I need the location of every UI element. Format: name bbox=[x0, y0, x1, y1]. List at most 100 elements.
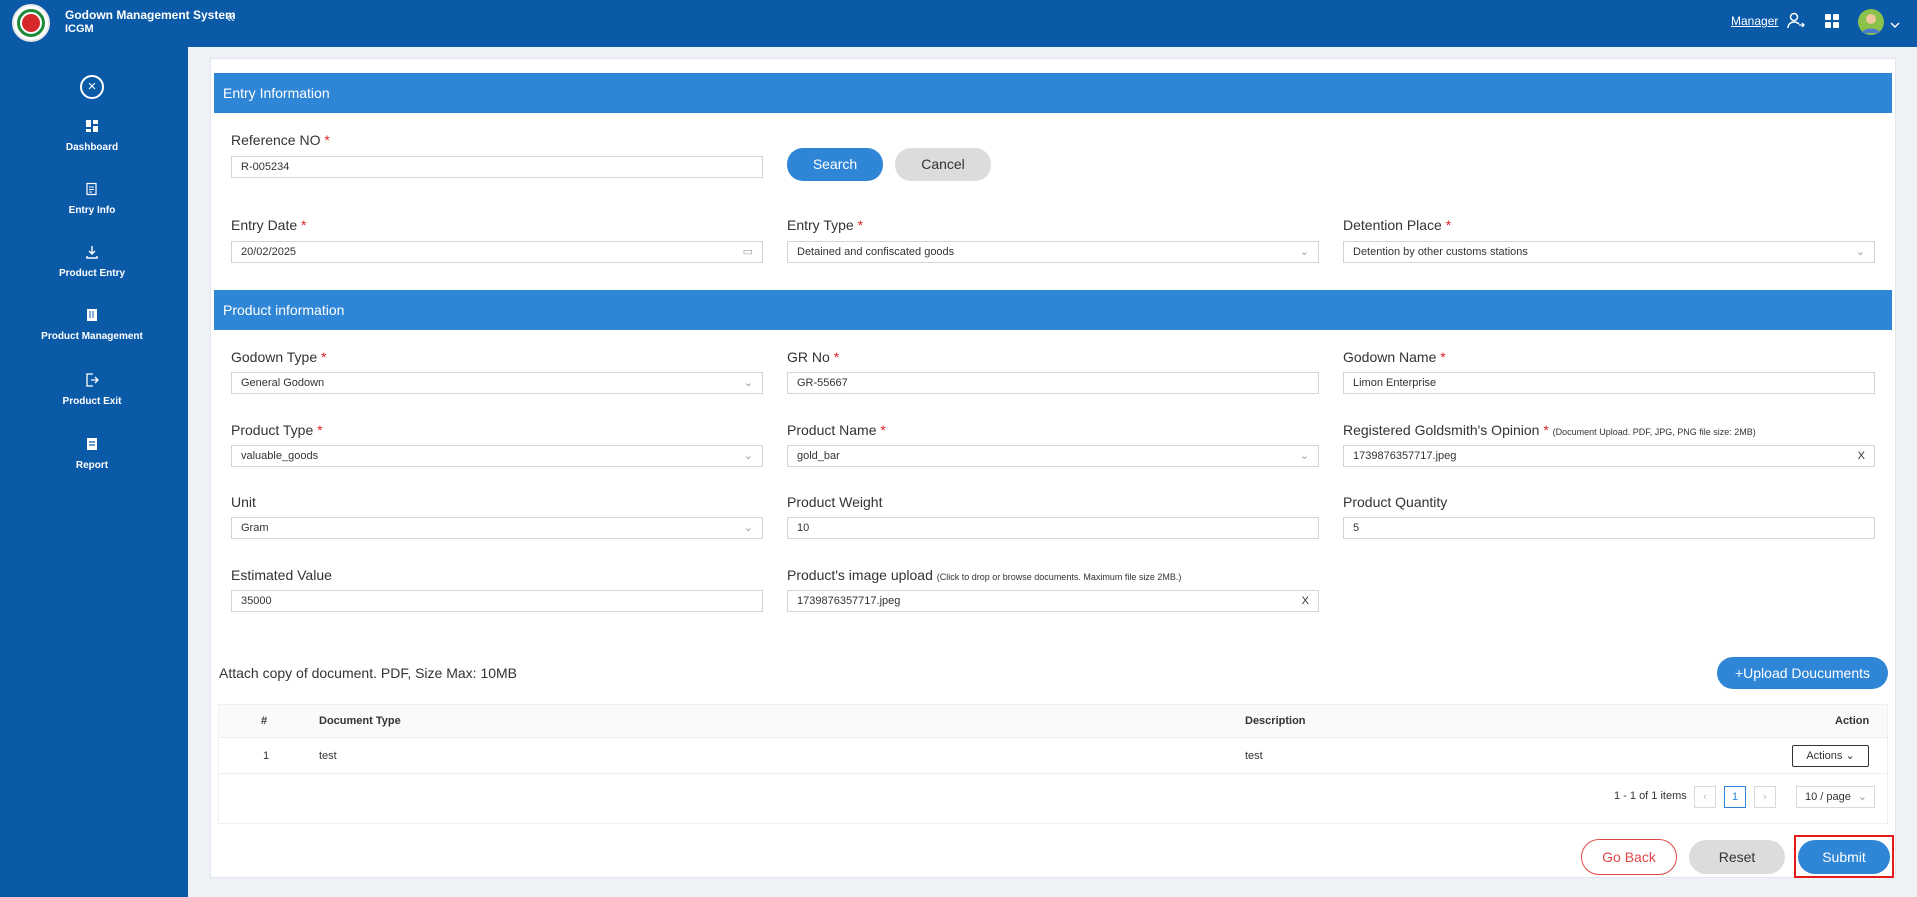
product-weight-input[interactable]: 10 bbox=[787, 517, 1319, 539]
estimated-value-label: Estimated Value bbox=[231, 567, 332, 583]
entry-date-field[interactable]: 20/02/2025 ▭ bbox=[231, 241, 763, 263]
goldsmith-opinion-filename: 1739876357717.jpeg bbox=[1353, 450, 1457, 462]
row-description: test bbox=[1245, 750, 1263, 762]
chevron-down-icon: ⌄ bbox=[743, 522, 753, 534]
upload-documents-button[interactable]: +Upload Doucuments bbox=[1717, 657, 1888, 689]
avatar[interactable] bbox=[1858, 9, 1884, 40]
plus-icon: + bbox=[1734, 665, 1744, 681]
sidebar-item-label: Product Entry bbox=[58, 268, 126, 279]
product-quantity-label: Product Quantity bbox=[1343, 494, 1448, 510]
entry-type-value: Detained and confiscated goods bbox=[797, 246, 955, 258]
reference-no-input[interactable]: R-005234 bbox=[231, 156, 763, 178]
sidebar-item-product-entry[interactable]: Product Entry bbox=[0, 245, 184, 279]
sidebar-item-label: Product Management bbox=[41, 331, 143, 342]
chevron-down-icon: ⌄ bbox=[743, 450, 753, 462]
product-type-select[interactable]: valuable_goods ⌄ bbox=[231, 445, 763, 467]
go-back-button[interactable]: Go Back bbox=[1581, 839, 1677, 875]
sidebar-item-product-management[interactable]: Product Management bbox=[0, 308, 184, 342]
detention-place-value: Detention by other customs stations bbox=[1353, 246, 1528, 258]
product-type-label: Product Type * bbox=[231, 422, 323, 438]
product-information-header: Product information bbox=[214, 290, 1892, 330]
chevron-down-icon: ⌄ bbox=[1857, 791, 1867, 803]
estimated-value-input[interactable]: 35000 bbox=[231, 590, 763, 612]
unit-label: Unit bbox=[231, 494, 256, 510]
entry-date-value: 20/02/2025 bbox=[241, 246, 297, 258]
main-panel: Entry Information Reference NO * R-00523… bbox=[210, 58, 1896, 878]
column-header: Document Type bbox=[319, 715, 401, 727]
top-bar: Godown Management System ICGM « Manager bbox=[0, 0, 1917, 47]
exit-icon bbox=[85, 373, 99, 387]
detention-place-select[interactable]: Detention by other customs stations ⌄ bbox=[1343, 241, 1875, 263]
goldsmith-opinion-file[interactable]: 1739876357717.jpeg X bbox=[1343, 445, 1875, 467]
godown-name-input[interactable]: Limon Enterprise bbox=[1343, 372, 1875, 394]
entry-info-icon bbox=[85, 182, 99, 196]
chevron-down-icon: ⌄ bbox=[743, 377, 753, 389]
product-quantity-input[interactable]: 5 bbox=[1343, 517, 1875, 539]
sidebar-item-dashboard[interactable]: Dashboard bbox=[0, 119, 184, 153]
chevron-down-icon: ⌄ bbox=[1299, 246, 1309, 258]
sidebar-item-label: Dashboard bbox=[65, 142, 119, 153]
unit-select[interactable]: Gram ⌄ bbox=[231, 517, 763, 539]
entry-type-label: Entry Type * bbox=[787, 217, 864, 233]
search-button[interactable]: Search bbox=[787, 148, 883, 181]
app-title: Godown Management System bbox=[65, 8, 236, 22]
app-subtitle: ICGM bbox=[65, 23, 94, 35]
dashboard-icon bbox=[85, 119, 99, 133]
sidebar-item-report[interactable]: Report bbox=[0, 437, 184, 471]
next-page-button[interactable]: › bbox=[1754, 786, 1776, 808]
sidebar-item-label: Product Exit bbox=[62, 396, 122, 407]
page-size-select[interactable]: 10 / page ⌄ bbox=[1796, 786, 1875, 808]
sidebar-item-product-exit[interactable]: Product Exit bbox=[0, 373, 184, 407]
book-icon bbox=[85, 308, 99, 322]
chevron-down-icon: ⌄ bbox=[1845, 750, 1855, 762]
reset-button[interactable]: Reset bbox=[1689, 840, 1785, 874]
apps-grid-icon[interactable] bbox=[1825, 14, 1839, 33]
entry-date-label: Entry Date * bbox=[231, 217, 307, 233]
godown-type-select[interactable]: General Godown ⌄ bbox=[231, 372, 763, 394]
row-document-type: test bbox=[319, 750, 337, 762]
sidebar: × Dashboard Entry Info Product Entry Pro… bbox=[0, 47, 188, 897]
chevron-down-icon[interactable] bbox=[1890, 16, 1900, 34]
godown-type-label: Godown Type * bbox=[231, 349, 327, 365]
row-index: 1 bbox=[263, 750, 270, 762]
image-upload-filename: 1739876357717.jpeg bbox=[797, 595, 901, 607]
gr-no-label: GR No * bbox=[787, 349, 840, 365]
entry-information-header: Entry Information bbox=[214, 73, 1892, 113]
image-upload-file[interactable]: 1739876357717.jpeg X bbox=[787, 590, 1319, 612]
actions-dropdown[interactable]: Actions ⌄ bbox=[1792, 745, 1869, 767]
chevron-down-icon: ⌄ bbox=[1299, 450, 1309, 462]
collapse-sidebar-icon[interactable]: « bbox=[226, 9, 235, 27]
table-header: # Document Type Description Action bbox=[219, 705, 1887, 738]
product-name-select[interactable]: gold_bar ⌄ bbox=[787, 445, 1319, 467]
goldsmith-opinion-label: Registered Goldsmith's Opinion * (Docume… bbox=[1343, 422, 1756, 438]
sidebar-item-entry-info[interactable]: Entry Info bbox=[0, 182, 184, 216]
sidebar-item-label: Report bbox=[75, 460, 109, 471]
column-header: Action bbox=[1835, 715, 1870, 727]
product-weight-label: Product Weight bbox=[787, 494, 883, 510]
product-name-label: Product Name * bbox=[787, 422, 886, 438]
page-number-button[interactable]: 1 bbox=[1724, 786, 1746, 808]
documents-table: # Document Type Description Action 1 tes… bbox=[218, 704, 1888, 824]
prev-page-button[interactable]: ‹ bbox=[1694, 786, 1716, 808]
gr-no-input[interactable]: GR-55667 bbox=[787, 372, 1319, 394]
remove-file-icon[interactable]: X bbox=[1858, 446, 1865, 466]
submit-button[interactable]: Submit bbox=[1798, 840, 1890, 874]
chevron-down-icon: ⌄ bbox=[1855, 246, 1865, 258]
cancel-button[interactable]: Cancel bbox=[895, 148, 991, 181]
logo bbox=[12, 4, 50, 42]
user-switch-icon[interactable] bbox=[1787, 12, 1805, 35]
unit-value: Gram bbox=[241, 522, 269, 534]
manager-link[interactable]: Manager bbox=[1731, 14, 1778, 28]
remove-file-icon[interactable]: X bbox=[1302, 591, 1309, 611]
entry-type-select[interactable]: Detained and confiscated goods ⌄ bbox=[787, 241, 1319, 263]
table-row: 1 test test Actions ⌄ bbox=[219, 738, 1887, 774]
pagination-summary: 1 - 1 of 1 items bbox=[1614, 790, 1687, 802]
image-upload-label: Product's image upload (Click to drop or… bbox=[787, 567, 1182, 583]
column-header: Description bbox=[1245, 715, 1306, 727]
attach-document-label: Attach copy of document. PDF, Size Max: … bbox=[219, 665, 518, 681]
close-icon[interactable]: × bbox=[80, 75, 104, 99]
reference-no-label: Reference NO * bbox=[231, 132, 330, 148]
product-type-value: valuable_goods bbox=[241, 450, 319, 462]
calendar-icon[interactable]: ▭ bbox=[743, 242, 753, 262]
sidebar-item-label: Entry Info bbox=[68, 205, 116, 216]
